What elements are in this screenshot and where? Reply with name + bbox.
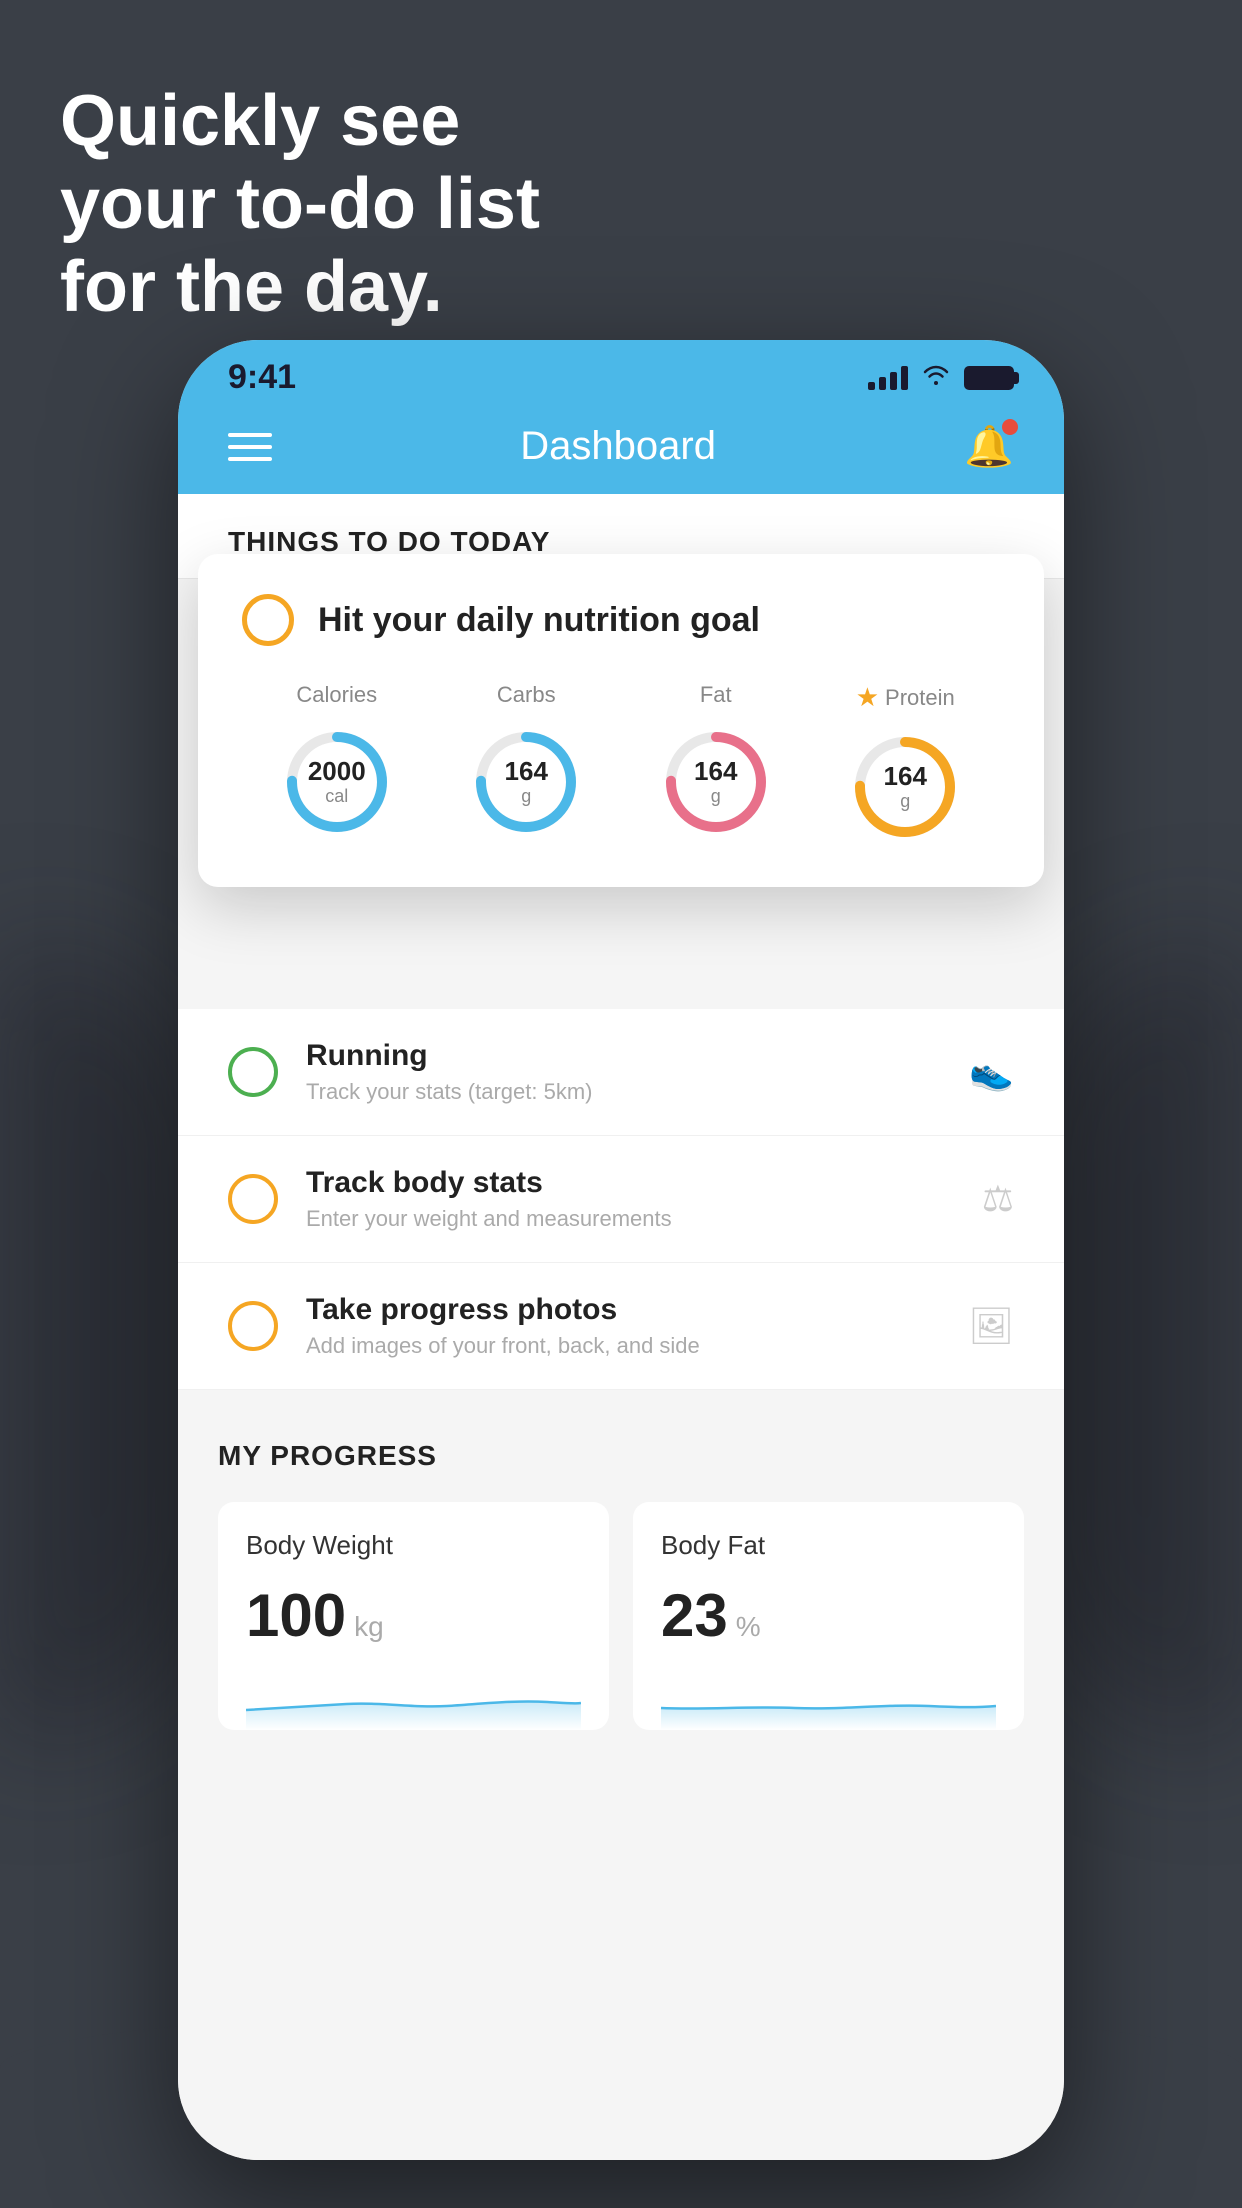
- scale-icon: ⚖: [982, 1178, 1014, 1220]
- todo-checkbox-body-stats[interactable]: [228, 1174, 278, 1224]
- card-header: Hit your daily nutrition goal: [242, 594, 1000, 646]
- body-fat-card[interactable]: Body Fat 23 %: [633, 1502, 1024, 1730]
- todo-body-stats-subtitle: Enter your weight and measurements: [306, 1206, 954, 1232]
- carbs-col: Carbs 164 g: [466, 682, 586, 842]
- status-time: 9:41: [228, 358, 296, 397]
- nutrition-card: Hit your daily nutrition goal Calories: [198, 554, 1044, 887]
- todo-photos-text: Take progress photos Add images of your …: [306, 1293, 940, 1359]
- todo-running-title: Running: [306, 1039, 941, 1073]
- todo-checkbox-running[interactable]: [228, 1047, 278, 1097]
- todo-list: Running Track your stats (target: 5km) 👟…: [178, 1009, 1064, 1390]
- status-bar: 9:41: [178, 340, 1064, 407]
- todo-checkbox-photos[interactable]: [228, 1301, 278, 1351]
- notification-dot: [1002, 419, 1018, 435]
- fat-ring: 164 g: [656, 722, 776, 842]
- nutrition-columns: Calories 2000 cal: [242, 682, 1000, 847]
- task-checkbox[interactable]: [242, 594, 294, 646]
- fat-label: Fat: [700, 682, 732, 708]
- carbs-value: 164: [505, 757, 548, 786]
- wifi-icon: [922, 362, 950, 393]
- signal-icon: [868, 366, 908, 390]
- todo-body-stats[interactable]: Track body stats Enter your weight and m…: [178, 1136, 1064, 1263]
- protein-value: 164: [884, 762, 927, 791]
- status-icons: [868, 362, 1014, 393]
- headline-line3: for the day.: [60, 246, 540, 329]
- nav-bar: Dashboard 🔔: [178, 407, 1064, 494]
- star-icon: ★: [856, 682, 879, 713]
- calories-unit: cal: [325, 786, 348, 806]
- headline-line2: your to-do list: [60, 163, 540, 246]
- body-fat-value-row: 23 %: [661, 1581, 996, 1650]
- body-fat-title: Body Fat: [661, 1530, 996, 1561]
- nutrition-card-title: Hit your daily nutrition goal: [318, 601, 760, 640]
- protein-col: ★ Protein 164 g: [845, 682, 965, 847]
- body-weight-title: Body Weight: [246, 1530, 581, 1561]
- nav-title: Dashboard: [520, 424, 716, 469]
- headline-line1: Quickly see: [60, 80, 540, 163]
- todo-running[interactable]: Running Track your stats (target: 5km) 👟: [178, 1009, 1064, 1136]
- fat-col: Fat 164 g: [656, 682, 776, 842]
- body-weight-value-row: 100 kg: [246, 1581, 581, 1650]
- carbs-label: Carbs: [497, 682, 556, 708]
- progress-title: MY PROGRESS: [218, 1440, 1024, 1472]
- calories-ring: 2000 cal: [277, 722, 397, 842]
- todo-progress-photos[interactable]: Take progress photos Add images of your …: [178, 1263, 1064, 1390]
- body-weight-card[interactable]: Body Weight 100 kg: [218, 1502, 609, 1730]
- phone-mockup: 9:41 Dashboard: [178, 340, 1064, 2160]
- bell-icon[interactable]: 🔔: [964, 423, 1014, 470]
- todo-running-text: Running Track your stats (target: 5km): [306, 1039, 941, 1105]
- running-icon: 👟: [969, 1051, 1014, 1093]
- protein-header: ★ Protein: [856, 682, 955, 713]
- fat-unit: g: [711, 786, 721, 806]
- body-weight-unit: kg: [354, 1611, 384, 1643]
- body-fat-number: 23: [661, 1581, 728, 1650]
- fat-value: 164: [694, 757, 737, 786]
- progress-cards: Body Weight 100 kg: [218, 1502, 1024, 1730]
- todo-running-subtitle: Track your stats (target: 5km): [306, 1079, 941, 1105]
- body-fat-unit: %: [736, 1611, 761, 1643]
- content-area: THINGS TO DO TODAY Hit your daily nutrit…: [178, 494, 1064, 2160]
- app-headline: Quickly see your to-do list for the day.: [60, 80, 540, 328]
- hamburger-menu[interactable]: [228, 433, 272, 461]
- calories-label: Calories: [296, 682, 377, 708]
- progress-section: MY PROGRESS Body Weight 100 kg: [178, 1390, 1064, 1770]
- carbs-unit: g: [521, 786, 531, 806]
- calories-value: 2000: [308, 757, 366, 786]
- body-weight-chart: [246, 1670, 581, 1730]
- battery-icon: [964, 366, 1014, 390]
- todo-photos-subtitle: Add images of your front, back, and side: [306, 1333, 940, 1359]
- protein-label: Protein: [885, 685, 955, 711]
- calories-col: Calories 2000 cal: [277, 682, 397, 842]
- protein-ring: 164 g: [845, 727, 965, 847]
- todo-body-stats-title: Track body stats: [306, 1166, 954, 1200]
- todo-body-stats-text: Track body stats Enter your weight and m…: [306, 1166, 954, 1232]
- body-weight-number: 100: [246, 1581, 346, 1650]
- photo-icon: 🖼: [968, 1305, 1014, 1347]
- carbs-ring: 164 g: [466, 722, 586, 842]
- todo-photos-title: Take progress photos: [306, 1293, 940, 1327]
- protein-unit: g: [900, 791, 910, 811]
- body-fat-chart: [661, 1670, 996, 1730]
- things-title: THINGS TO DO TODAY: [228, 526, 550, 557]
